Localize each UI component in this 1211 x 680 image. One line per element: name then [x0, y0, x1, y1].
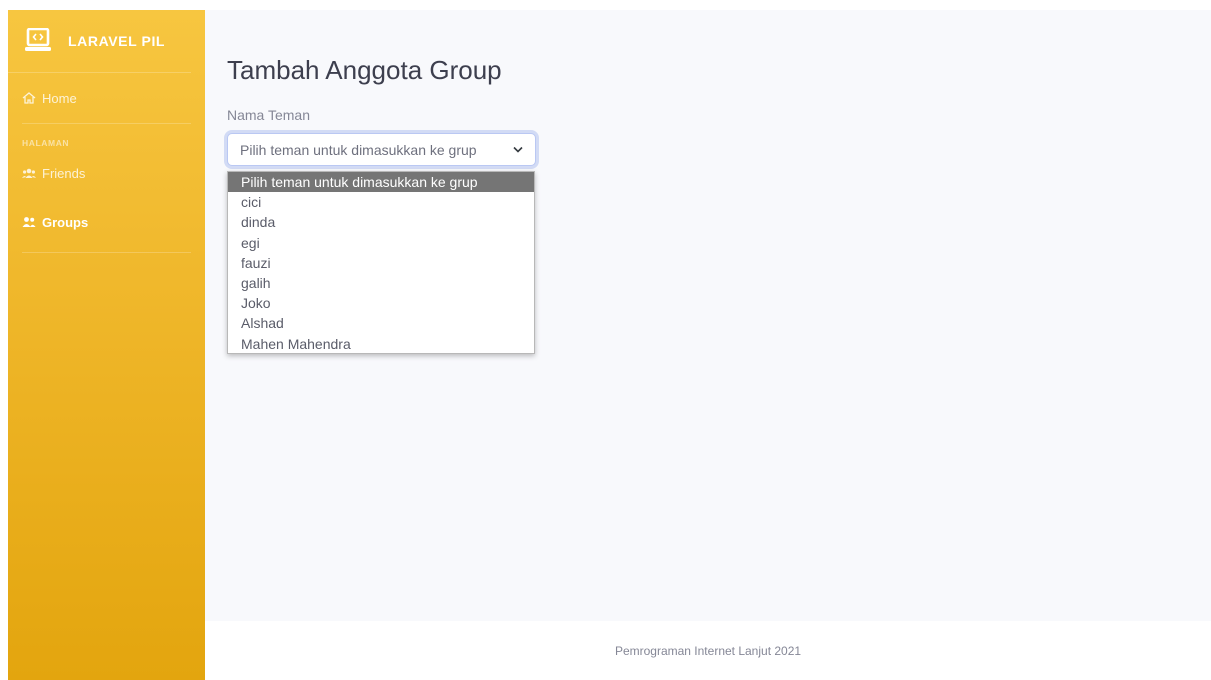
user-group-icon	[22, 217, 36, 227]
sidebar-item-friends[interactable]: Friends	[8, 156, 205, 190]
friend-name-label: Nama Teman	[227, 107, 311, 123]
sidebar-item-home[interactable]: Home	[8, 73, 205, 123]
footer: Pemrograman Internet Lanjut 2021	[205, 621, 1211, 680]
dropdown-option[interactable]: dinda	[228, 212, 534, 232]
dropdown-option[interactable]: Joko	[228, 293, 534, 313]
dropdown-option[interactable]: galih	[228, 273, 534, 293]
friend-select-dropdown: Pilih teman untuk dimasukkan ke grup cic…	[227, 171, 535, 354]
sidebar: LARAVEL PIL Home HALAMAN Friends Groups	[8, 10, 205, 680]
dropdown-option[interactable]: egi	[228, 233, 534, 253]
brand[interactable]: LARAVEL PIL	[8, 10, 191, 73]
dropdown-option[interactable]: Mahen Mahendra	[228, 334, 534, 354]
brand-title: LARAVEL PIL	[68, 33, 166, 49]
select-value: Pilih teman untuk dimasukkan ke grup	[240, 141, 477, 158]
sidebar-item-label: Groups	[42, 214, 89, 230]
sidebar-item-label: Friends	[42, 165, 86, 181]
laptop-code-icon	[25, 28, 51, 51]
dropdown-option[interactable]: fauzi	[228, 253, 534, 273]
sidebar-heading: HALAMAN	[22, 138, 70, 148]
dropdown-option[interactable]: Alshad	[228, 313, 534, 333]
users-icon	[22, 168, 36, 178]
sidebar-divider	[22, 252, 191, 253]
footer-text: Pemrograman Internet Lanjut 2021	[614, 643, 802, 658]
sidebar-item-label: Home	[42, 90, 77, 106]
home-icon	[22, 92, 36, 104]
page-title: Tambah Anggota Group	[227, 55, 502, 85]
dropdown-option[interactable]: Pilih teman untuk dimasukkan ke grup	[228, 172, 534, 193]
sidebar-item-groups[interactable]: Groups	[8, 192, 205, 252]
chevron-down-icon	[513, 146, 523, 153]
dropdown-option[interactable]: cici	[228, 192, 534, 212]
friend-select[interactable]: Pilih teman untuk dimasukkan ke grup	[227, 133, 536, 166]
